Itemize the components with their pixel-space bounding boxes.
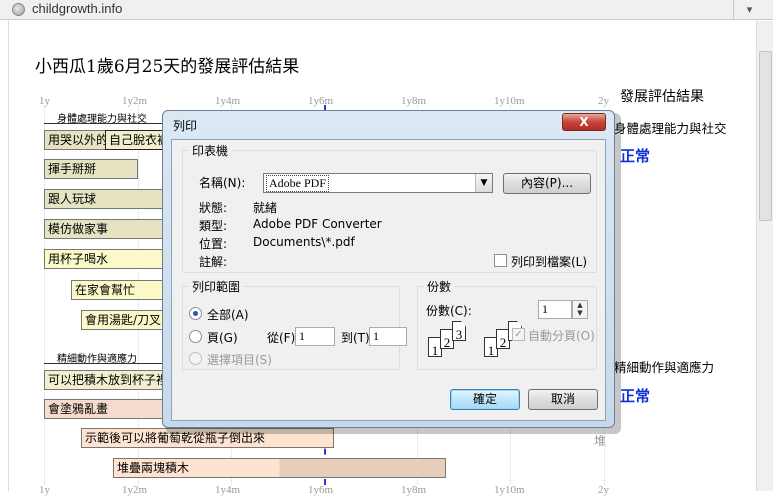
vertical-scrollbar[interactable] — [756, 21, 773, 491]
section-divider — [44, 363, 174, 364]
milestone-bar: 在家會幫忙 — [71, 280, 174, 300]
print-to-file-label[interactable]: 列印到檔案(L) — [511, 253, 587, 270]
results-header: 發展評估結果 — [620, 89, 704, 105]
milestone-bar: 模仿做家事 — [44, 219, 174, 239]
location-value: Documents\*.pdf — [253, 235, 355, 249]
axis-tick: 1y6m — [308, 484, 334, 496]
axis-tick: 2y — [598, 484, 609, 496]
collate-checkbox[interactable]: ✓ — [512, 328, 525, 341]
dialog-body: 印表機 名稱(N): Adobe PDF ▼ 內容(P)... 狀態: 就緒 類… — [171, 139, 606, 421]
collate-page-icon: 3 — [452, 321, 466, 341]
collate-label[interactable]: 自動分頁(O) — [528, 327, 595, 344]
print-range-group-title: 列印範圍 — [189, 278, 244, 295]
ok-button[interactable]: 確定 — [450, 389, 520, 410]
printer-select-value: Adobe PDF — [266, 175, 330, 192]
page-edge — [8, 21, 9, 491]
result-category: 身體處理能力與社交 — [614, 121, 727, 136]
type-label: 類型: — [199, 219, 228, 233]
address-bar[interactable]: childgrowth.info ▾ — [0, 0, 773, 20]
axis-tick: 1y4m — [215, 484, 241, 496]
cancel-button[interactable]: 取消 — [528, 389, 598, 410]
range-pages-label[interactable]: 頁(G) — [207, 329, 238, 346]
dialog-title: 列印 — [173, 119, 198, 133]
milestone-bar: 會用湯匙/刀叉 — [81, 310, 174, 330]
range-selection-radio[interactable] — [189, 352, 202, 365]
copies-group-title: 份數 — [424, 278, 455, 295]
printer-select[interactable]: Adobe PDF ▼ — [263, 173, 493, 193]
from-page-input[interactable]: 1 — [295, 327, 335, 346]
status-value: 就緒 — [253, 201, 278, 215]
collate-page-icon: 2 — [440, 329, 454, 350]
copies-input[interactable]: 1 — [538, 300, 572, 319]
axis-tick: 1y6m — [308, 95, 334, 107]
printer-group-title: 印表機 — [189, 142, 232, 159]
axis-tick: 1y2m — [122, 95, 148, 107]
range-pages-radio[interactable] — [189, 330, 202, 343]
milestone-bar: 可以把積木放到杯子裡 — [44, 370, 174, 390]
scrollbar-thumb[interactable] — [759, 51, 772, 221]
axis-tick: 1y — [39, 484, 50, 496]
globe-icon — [12, 3, 25, 16]
to-page-input[interactable]: 1 — [369, 327, 407, 346]
axis-tick: 1y8m — [401, 484, 427, 496]
section-divider — [44, 123, 174, 124]
type-value: Adobe PDF Converter — [253, 217, 382, 231]
result-category: 精細動作與適應力 — [614, 360, 715, 375]
print-range-group: 列印範圍 全部(A) 頁(G) 從(F): 1 到(T): 1 選擇項目(S) — [182, 278, 407, 370]
milestone-bar: 堆疊兩塊積木 — [113, 458, 446, 478]
chevron-down-icon[interactable]: ▼ — [475, 174, 492, 192]
print-to-file-checkbox[interactable] — [494, 254, 507, 267]
url-text: childgrowth.info — [32, 1, 123, 16]
page-tools-icon[interactable]: ▾ — [733, 0, 765, 19]
status-label: 狀態: — [199, 201, 228, 215]
milestone-bar: 用杯子喝水 — [44, 249, 174, 269]
result-status: 正常 — [620, 147, 651, 165]
print-dialog: 列印 X 印表機 名稱(N): Adobe PDF ▼ 內容(P)... 狀態:… — [162, 110, 615, 428]
range-all-radio[interactable] — [189, 307, 202, 320]
close-button[interactable]: X — [562, 113, 606, 131]
copies-spinner[interactable]: ▲ ▼ — [572, 300, 588, 319]
collate-page-icon: 2 — [496, 329, 510, 350]
axis-tick: 1y10m — [494, 484, 525, 496]
axis-top: 1y 1y2m 1y4m 1y6m 1y8m 1y10m 2y — [0, 95, 620, 107]
printer-name-label: 名稱(N): — [199, 176, 246, 190]
milestone-bar: 揮手掰掰 — [44, 159, 138, 179]
properties-button[interactable]: 內容(P)... — [503, 173, 591, 194]
printer-group: 印表機 名稱(N): Adobe PDF ▼ 內容(P)... 狀態: 就緒 類… — [182, 142, 597, 273]
comment-label: 註解: — [199, 255, 228, 269]
axis-bottom: 1y 1y2m 1y4m 1y6m 1y8m 1y10m 2y — [0, 484, 620, 496]
copies-label: 份數(C): — [426, 304, 472, 318]
copies-group: 份數 份數(C): 1 ▲▼ 1 2 3 1 2 3 ✓ 自動分頁(O) — [417, 278, 597, 370]
axis-tick: 1y8m — [401, 95, 427, 107]
axis-tick: 1y4m — [215, 95, 241, 107]
result-status: 正常 — [620, 387, 651, 405]
range-selection-label[interactable]: 選擇項目(S) — [207, 351, 272, 368]
milestone-bar: 跟人玩球 — [44, 189, 174, 209]
milestone-bar: 會塗鴉亂畫 — [44, 399, 174, 419]
clipped-bar-label: 堆 — [594, 434, 607, 448]
page-title: 小西瓜1歲6月25天的發展評估結果 — [35, 57, 300, 77]
range-all-label[interactable]: 全部(A) — [207, 306, 249, 323]
axis-tick: 1y2m — [122, 484, 148, 496]
location-label: 位置: — [199, 237, 228, 251]
